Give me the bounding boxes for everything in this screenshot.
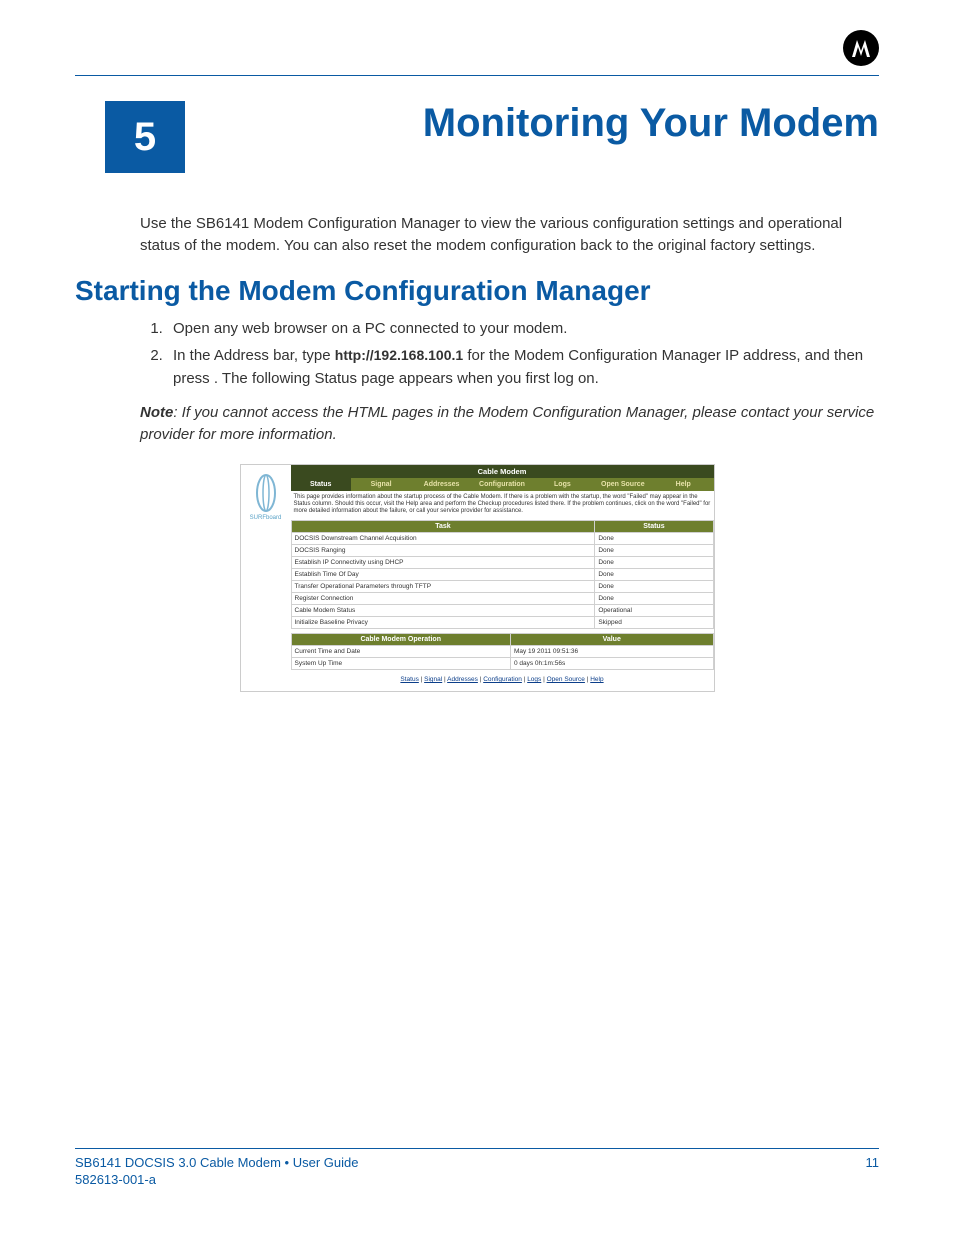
surfboard-icon — [252, 473, 280, 513]
intro-paragraph: Use the SB6141 Modem Configuration Manag… — [140, 213, 879, 257]
op-header-val: Value — [510, 634, 713, 646]
table-row: Cable Modem StatusOperational — [291, 605, 713, 617]
table-row: Current Time and DateMay 19 2011 09:51:3… — [291, 646, 713, 658]
table-row: Establish Time Of DayDone — [291, 569, 713, 581]
modem-tab-help[interactable]: Help — [653, 478, 713, 491]
modem-title-bar: Cable Modem — [291, 465, 714, 478]
modem-tab-logs[interactable]: Logs — [532, 478, 592, 491]
modem-brand-text: SURFboard — [241, 515, 291, 521]
step-2-url: http://192.168.100.1 — [335, 347, 463, 363]
note-label: Note — [140, 404, 173, 421]
table-row: System Up Time0 days 0h:1m:56s — [291, 658, 713, 670]
footer-link-signal[interactable]: Signal — [424, 676, 442, 683]
footer-doc-number: 582613-001-a — [75, 1172, 879, 1187]
step-1: Open any web browser on a PC connected t… — [167, 317, 879, 340]
chapter-header: 5 Monitoring Your Modem — [105, 101, 879, 173]
footer-link-addresses[interactable]: Addresses — [447, 676, 478, 683]
step-2: In the Address bar, type http://192.168.… — [167, 344, 879, 391]
modem-tab-configuration[interactable]: Configuration — [472, 478, 532, 491]
op-header-op: Cable Modem Operation — [291, 634, 510, 646]
modem-tab-opensource[interactable]: Open Source — [593, 478, 653, 491]
page-footer: SB6141 DOCSIS 3.0 Cable Modem • User Gui… — [75, 1148, 879, 1187]
footer-page-number: 11 — [866, 1155, 880, 1170]
step-2-text-a: In the Address bar, type — [173, 347, 335, 364]
table-row: DOCSIS RangingDone — [291, 545, 713, 557]
footer-link-configuration[interactable]: Configuration — [483, 676, 522, 683]
task-header-status: Status — [595, 521, 713, 533]
modem-tabs: Status Signal Addresses Configuration Lo… — [291, 478, 714, 491]
footer-link-status[interactable]: Status — [400, 676, 418, 683]
modem-tab-addresses[interactable]: Addresses — [411, 478, 471, 491]
step-2-text-c: . The following Status page appears when… — [214, 370, 599, 387]
motorola-logo-icon — [843, 30, 879, 66]
footer-link-logs[interactable]: Logs — [527, 676, 541, 683]
table-row: Initialize Baseline PrivacySkipped — [291, 617, 713, 629]
step-list: Open any web browser on a PC connected t… — [167, 317, 879, 391]
section-heading: Starting the Modem Configuration Manager — [75, 275, 879, 307]
table-row: Transfer Operational Parameters through … — [291, 581, 713, 593]
footer-link-help[interactable]: Help — [590, 676, 603, 683]
table-row: DOCSIS Downstream Channel AcquisitionDon… — [291, 533, 713, 545]
modem-operation-table: Cable Modem Operation Value Current Time… — [291, 633, 714, 670]
chapter-number: 5 — [134, 115, 156, 160]
chapter-title: Monitoring Your Modem — [185, 101, 879, 145]
footer-divider — [75, 1148, 879, 1149]
modem-tab-signal[interactable]: Signal — [351, 478, 411, 491]
modem-brand-column: SURFboard — [241, 465, 291, 692]
top-divider — [75, 75, 879, 76]
table-row: Establish IP Connectivity using DHCPDone — [291, 557, 713, 569]
task-header-task: Task — [291, 521, 595, 533]
modem-status-screenshot: SURFboard Cable Modem Status Signal Addr… — [240, 464, 715, 693]
table-row: Register ConnectionDone — [291, 593, 713, 605]
modem-task-table: Task Status DOCSIS Downstream Channel Ac… — [291, 520, 714, 629]
footer-link-opensource[interactable]: Open Source — [547, 676, 585, 683]
chapter-number-box: 5 — [105, 101, 185, 173]
footer-left: SB6141 DOCSIS 3.0 Cable Modem • User Gui… — [75, 1155, 358, 1170]
modem-description: This page provides information about the… — [291, 491, 714, 521]
note-text: : If you cannot access the HTML pages in… — [140, 404, 874, 443]
note-block: Note: If you cannot access the HTML page… — [140, 402, 879, 446]
modem-footer-links: Status | Signal | Addresses | Configurat… — [291, 670, 714, 691]
modem-tab-status[interactable]: Status — [291, 478, 351, 491]
step-1-text: Open any web browser on a PC connected t… — [173, 320, 567, 337]
